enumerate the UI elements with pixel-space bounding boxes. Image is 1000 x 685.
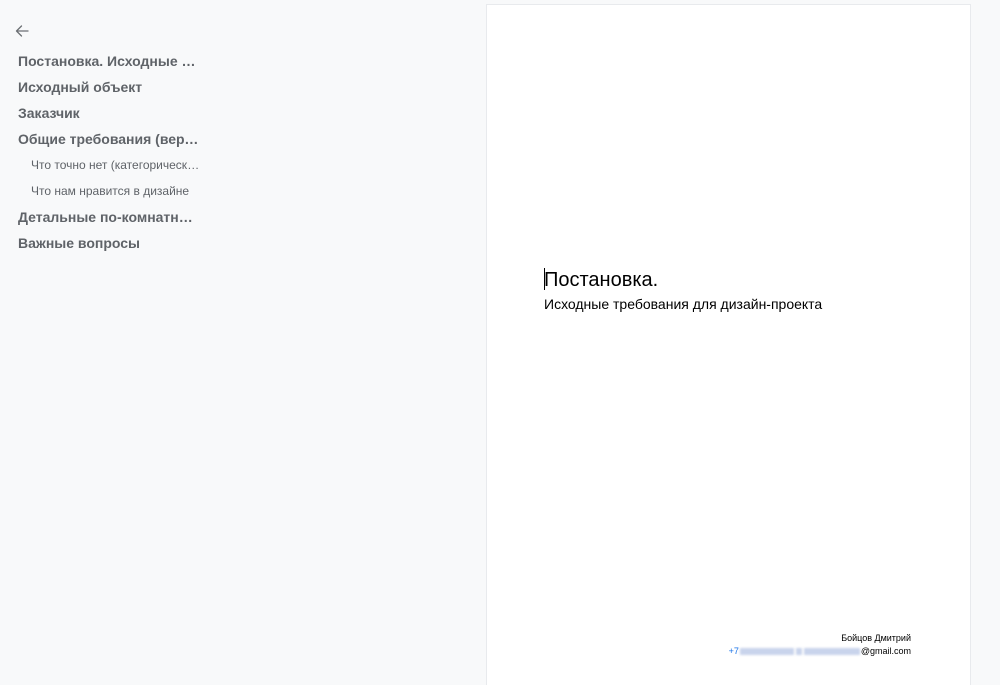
document-page[interactable]: Постановка. Исходные требования для диза… (487, 5, 970, 685)
outline-item[interactable]: Что нам нравится в дизайне (0, 178, 201, 204)
document-title[interactable]: Постановка. (544, 268, 658, 292)
document-outline-panel: Постановка. Исходные тре… Исходный объек… (0, 0, 220, 667)
outline-item[interactable]: Постановка. Исходные тре… (0, 48, 200, 74)
redacted-phone (739, 647, 794, 655)
outline-item[interactable]: Общие требования (верхни… (0, 126, 200, 152)
outline-item[interactable]: Заказчик (0, 100, 200, 126)
outline-item[interactable]: Важные вопросы (0, 230, 200, 256)
footer-contact[interactable]: +7 @gmail.com (729, 646, 911, 656)
footer-email-suffix: @gmail.com (860, 646, 911, 656)
outline-item[interactable]: Детальные по-комнатные т… (0, 204, 200, 230)
footer-phone-prefix: +7 (728, 646, 739, 656)
redacted-separator (795, 647, 802, 655)
outline-list: Постановка. Исходные тре… Исходный объек… (0, 48, 220, 256)
text-cursor (544, 268, 545, 290)
redacted-email (803, 647, 860, 655)
outline-item[interactable]: Что точно нет (категорическо… (0, 152, 201, 178)
footer-author-name[interactable]: Бойцов Дмитрий (841, 633, 911, 643)
outline-item[interactable]: Исходный объект (0, 74, 200, 100)
arrow-left-icon (15, 25, 29, 37)
close-outline-button[interactable] (10, 19, 34, 43)
document-subtitle[interactable]: Исходные требования для дизайн-проекта (544, 295, 822, 313)
